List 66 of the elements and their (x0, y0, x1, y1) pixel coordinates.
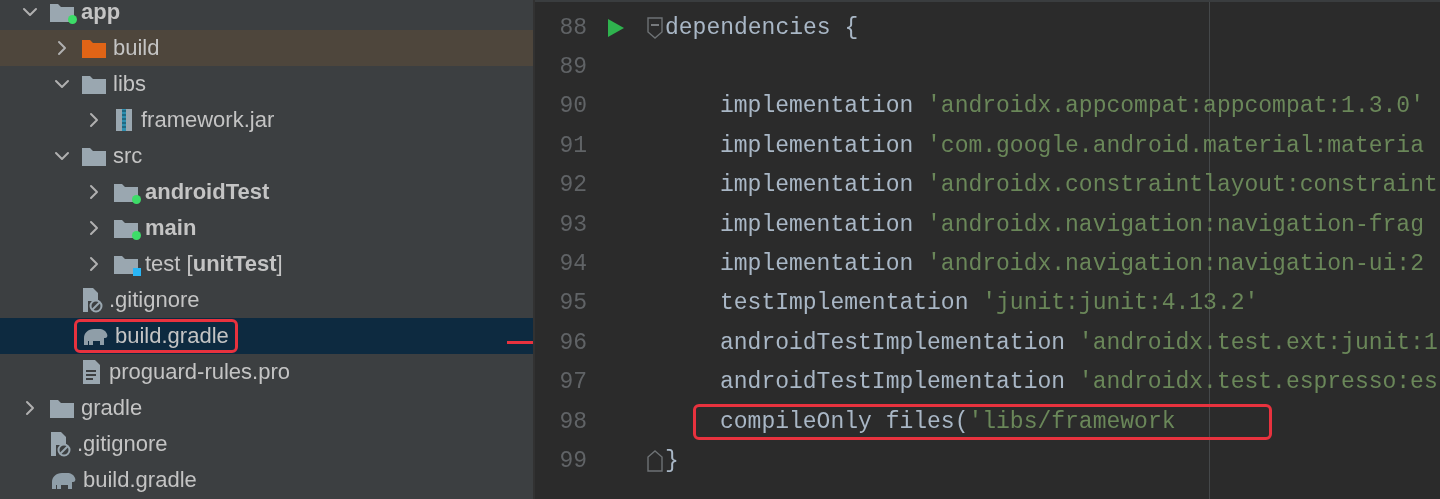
file-name: src (113, 143, 143, 169)
tree-item[interactable]: test [unitTest] (0, 246, 533, 282)
folder-icon (113, 217, 139, 239)
code-line: implementation 'androidx.constraintlayout:constraint (719, 172, 1438, 199)
line-number: 97 (558, 369, 587, 396)
code-line: implementation 'com.google.android.material:materia (719, 132, 1424, 159)
file-name: app (81, 0, 121, 25)
code-line: testImplementation 'junit:junit:4.13.2' (719, 290, 1259, 317)
fold-end-icon[interactable] (647, 450, 663, 472)
code-line: compileOnly files('libs/framework (719, 408, 1176, 435)
code-line: dependencies { (665, 14, 859, 41)
text-file-icon (81, 359, 103, 385)
line-number: 94 (558, 251, 587, 278)
ignored-file-icon (49, 431, 71, 457)
line-number: 91 (558, 132, 587, 159)
folder-icon (113, 181, 139, 203)
folder-icon (81, 145, 107, 167)
ignored-file-icon (81, 287, 103, 313)
code-line: } (665, 448, 679, 474)
tree-item[interactable]: main (0, 210, 533, 246)
line-number: 93 (558, 211, 587, 238)
archive-icon (113, 108, 135, 132)
code-line: implementation 'androidx.navigation:navigation-frag (719, 211, 1424, 238)
line-number: 95 (558, 290, 587, 317)
code-line: implementation 'androidx.navigation:navigation-ui:2 (719, 251, 1424, 278)
file-name: build.gradle (83, 467, 197, 493)
tree-item[interactable]: build.gradle (0, 318, 533, 354)
file-name: main (145, 215, 197, 241)
code-line: androidTestImplementation 'androidx.test.ext:junit:1 (719, 329, 1438, 356)
file-name: build.gradle (115, 323, 229, 349)
run-icon[interactable] (607, 17, 625, 38)
tree-item[interactable]: src (0, 138, 533, 174)
tree-item[interactable]: proguard-rules.pro (0, 354, 533, 390)
file-name: test [unitTest] (145, 251, 283, 277)
code-line: androidTestImplementation 'androidx.test.espresso:es (719, 369, 1438, 396)
line-number: 99 (558, 448, 587, 474)
folder-icon (81, 73, 107, 95)
fold-icon[interactable] (647, 16, 663, 39)
tree-item[interactable]: build (0, 30, 533, 66)
file-name: framework.jar (141, 107, 275, 133)
tree-item[interactable]: .gitignore (0, 282, 533, 318)
line-number: 89 (558, 54, 587, 81)
file-name: androidTest (145, 179, 270, 205)
code-line: implementation 'androidx.appcompat:appcompat:1.3.0' (719, 93, 1424, 120)
folder-icon (49, 1, 75, 23)
line-number: 96 (558, 329, 587, 356)
line-number: 92 (558, 172, 587, 199)
tree-item[interactable]: androidTest (0, 174, 533, 210)
file-name: build (113, 35, 160, 61)
folder-icon (49, 397, 75, 419)
file-name: libs (113, 71, 146, 97)
file-name: gradle (81, 395, 143, 421)
tree-item[interactable]: libs (0, 66, 533, 102)
file-name: .gitignore (109, 287, 200, 313)
line-number: 90 (558, 93, 587, 120)
tree-item[interactable]: app (0, 0, 533, 30)
line-number: 88 (558, 14, 587, 41)
file-name: .gitignore (77, 431, 168, 457)
tree-item[interactable]: gradle (0, 390, 533, 426)
line-number: 98 (558, 408, 587, 435)
file-name: proguard-rules.pro (109, 359, 290, 385)
tree-item[interactable]: build.gradle (0, 462, 533, 498)
tree-item[interactable]: .gitignore (0, 426, 533, 462)
folder-icon (113, 253, 139, 275)
tree-item[interactable]: framework.jar (0, 102, 533, 138)
folder-icon (81, 37, 107, 59)
